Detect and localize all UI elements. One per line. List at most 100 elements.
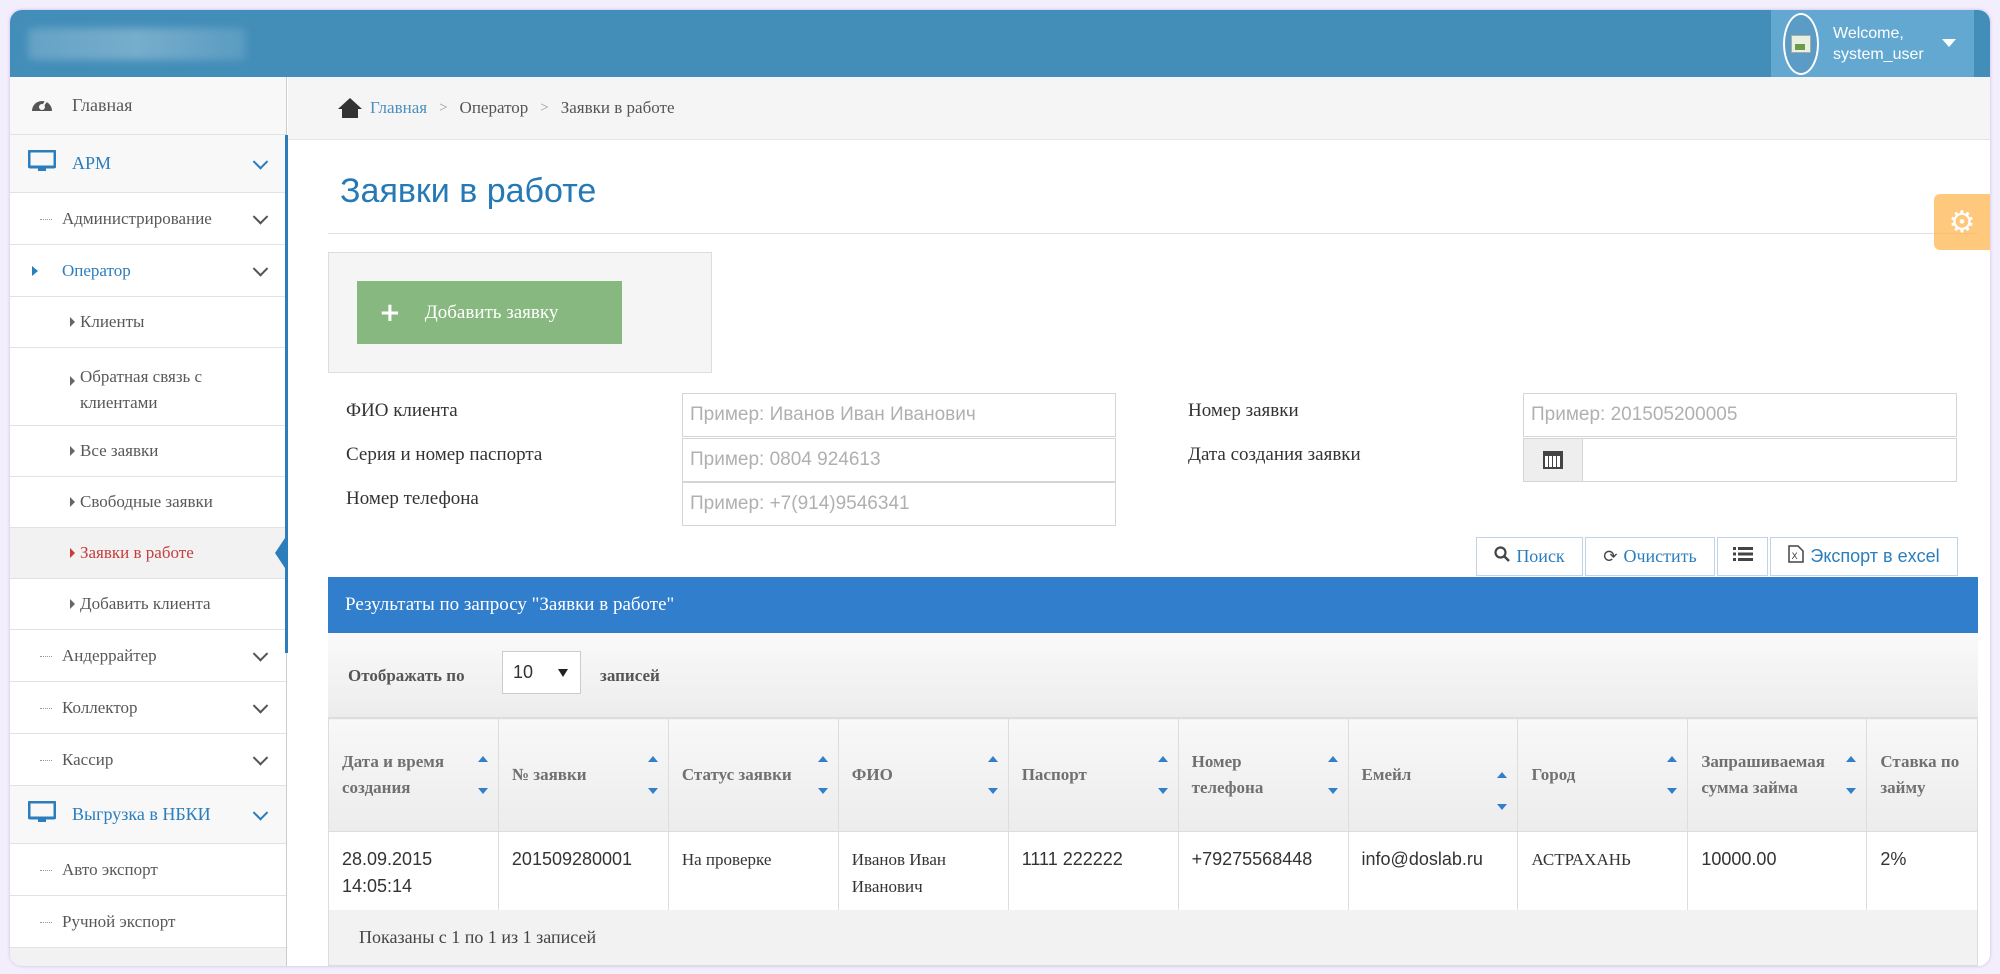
column-header-number[interactable]: № заявки: [497, 718, 669, 832]
search-button-label: Поиск: [1516, 546, 1565, 566]
passport-input[interactable]: [682, 438, 1116, 482]
column-header-rate[interactable]: Ставка по займу: [1866, 718, 1978, 832]
chevron-down-icon: [252, 260, 269, 277]
caret-down-icon: [1942, 39, 1956, 47]
chevron-down-icon: [252, 208, 269, 225]
sort-icon: [987, 756, 998, 794]
sidebar-item-label: Андеррайтер: [62, 645, 157, 665]
phone-label: Номер телефона: [346, 488, 479, 509]
column-header-label: Емейл: [1361, 765, 1412, 784]
clear-button[interactable]: ⟳ Очистить: [1585, 537, 1715, 576]
breadcrumb-operator: Оператор: [459, 98, 529, 117]
add-request-panel: + Добавить заявку: [328, 252, 712, 373]
gear-icon: ⚙: [1948, 205, 1976, 239]
user-menu-toggle[interactable]: Welcome, system_user: [1771, 10, 1974, 77]
home-icon: [338, 98, 362, 118]
sidebar-item-arm[interactable]: АРМ: [10, 135, 286, 193]
column-header-status[interactable]: Статус заявки: [667, 718, 839, 832]
add-request-button[interactable]: + Добавить заявку: [357, 281, 622, 344]
column-header-label: Ставка по займу: [1880, 752, 1960, 797]
column-header-created[interactable]: Дата и время создания: [328, 718, 499, 832]
search-icon: [1494, 546, 1511, 567]
page-length-select[interactable]: 10: [502, 651, 581, 694]
brand-logo-blurred: [28, 28, 246, 60]
page-length-value: 10: [513, 662, 534, 682]
sidebar-item-label: Коллектор: [62, 697, 138, 717]
column-header-label: Номер телефона: [1191, 752, 1264, 797]
chevron-down-icon: [252, 749, 269, 766]
refresh-icon: ⟳: [1603, 546, 1618, 567]
dashboard-icon: [28, 93, 56, 119]
column-header-city[interactable]: Город: [1517, 718, 1689, 832]
welcome-greeting: Welcome,: [1833, 24, 1904, 42]
created-date-label: Дата создания заявки: [1188, 444, 1361, 465]
export-excel-button[interactable]: X Экспорт в excel: [1770, 537, 1958, 576]
sort-icon: [647, 756, 658, 794]
sidebar-item-label: Добавить клиента: [80, 594, 211, 613]
breadcrumb-home-link[interactable]: Главная: [370, 98, 427, 118]
page-length-suffix: записей: [600, 666, 660, 685]
sidebar-item-label: Оператор: [62, 260, 131, 280]
sidebar-item-manual-export[interactable]: Ручной экспорт: [10, 896, 286, 948]
created-date-input[interactable]: [1582, 438, 1957, 482]
column-header-email[interactable]: Емейл: [1347, 718, 1519, 832]
table-row[interactable]: 28.09.2015 14:05:14 201509280001 На пров…: [328, 831, 1978, 914]
sidebar-item-auto-export[interactable]: Авто экспорт: [10, 844, 286, 896]
cell-email: info@doslab.ru: [1347, 831, 1519, 914]
sidebar-item-operator[interactable]: Оператор: [10, 245, 286, 297]
sidebar-item-label: Обратная связь с клиентами: [80, 367, 203, 412]
cell-amount: 10000.00: [1687, 831, 1868, 914]
sort-icon: [1157, 756, 1168, 794]
broken-image-icon: [1791, 34, 1811, 53]
column-header-amount[interactable]: Запрашиваемая сумма займа: [1687, 718, 1868, 832]
sidebar-item-label: Свободные заявки: [80, 492, 213, 511]
cell-created: 28.09.2015 14:05:14: [328, 831, 499, 914]
fio-input[interactable]: [682, 393, 1116, 437]
app-window: Welcome, system_user Главная АРМ Админис…: [10, 10, 1990, 966]
sidebar-item-label: Администрирование: [62, 208, 212, 228]
table-header-row: Дата и время создания № заявки Статус за…: [328, 718, 1978, 832]
sidebar-item-feedback[interactable]: Обратная связь с клиентами: [10, 348, 286, 426]
sidebar-item-clients[interactable]: Клиенты: [10, 297, 286, 348]
date-picker-button[interactable]: [1523, 438, 1583, 482]
welcome-text: Welcome, system_user: [1833, 23, 1924, 65]
sidebar-item-nbki-upload[interactable]: Выгрузка в НБКИ: [10, 786, 286, 844]
sidebar-item-underwriter[interactable]: Андеррайтер: [10, 630, 286, 682]
sidebar-item-requests-in-work[interactable]: Заявки в работе: [10, 528, 286, 579]
cell-phone: +79275568448: [1177, 831, 1349, 914]
sidebar-item-collector[interactable]: Коллектор: [10, 682, 286, 734]
request-number-input[interactable]: [1523, 393, 1957, 437]
cell-rate: 2%: [1866, 831, 1978, 914]
sidebar-item-home[interactable]: Главная: [10, 77, 286, 135]
phone-input[interactable]: [682, 482, 1116, 526]
export-button-label: Экспорт в excel: [1810, 546, 1940, 566]
list-icon: [1732, 546, 1753, 567]
sidebar-item-cashier[interactable]: Кассир: [10, 734, 286, 786]
cell-number: 201509280001: [497, 831, 669, 914]
sidebar-item-all-requests[interactable]: Все заявки: [10, 426, 286, 477]
search-button[interactable]: Поиск: [1476, 537, 1583, 576]
column-header-fio[interactable]: ФИО: [837, 718, 1009, 832]
columns-list-button[interactable]: [1717, 537, 1768, 576]
column-header-label: Паспорт: [1021, 765, 1087, 784]
sidebar-item-label: Все заявки: [80, 441, 159, 460]
excel-file-icon: X: [1788, 545, 1805, 568]
desktop-icon: [27, 149, 57, 178]
clear-button-label: Очистить: [1623, 546, 1697, 566]
table-info: Показаны с 1 по 1 из 1 записей: [328, 910, 1978, 966]
sidebar-item-admin[interactable]: Администрирование: [10, 193, 286, 245]
column-header-phone[interactable]: Номер телефона: [1177, 718, 1349, 832]
top-navbar: Welcome, system_user: [10, 10, 1990, 77]
sidebar-item-label: Клиенты: [80, 312, 145, 331]
page-length-bar: Отображать по 10 записей: [328, 633, 1978, 718]
sidebar-item-label: Заявки в работе: [80, 543, 194, 562]
column-header-label: Дата и время создания: [342, 752, 445, 797]
welcome-username: system_user: [1833, 45, 1924, 63]
add-request-label: Добавить заявку: [424, 301, 559, 323]
sidebar-item-free-requests[interactable]: Свободные заявки: [10, 477, 286, 528]
settings-gear-button[interactable]: ⚙: [1934, 194, 1990, 250]
sort-icon: [1327, 756, 1338, 794]
sidebar-item-add-client[interactable]: Добавить клиента: [10, 579, 286, 630]
column-header-passport[interactable]: Паспорт: [1007, 718, 1179, 832]
cell-status: На проверке: [667, 831, 839, 914]
